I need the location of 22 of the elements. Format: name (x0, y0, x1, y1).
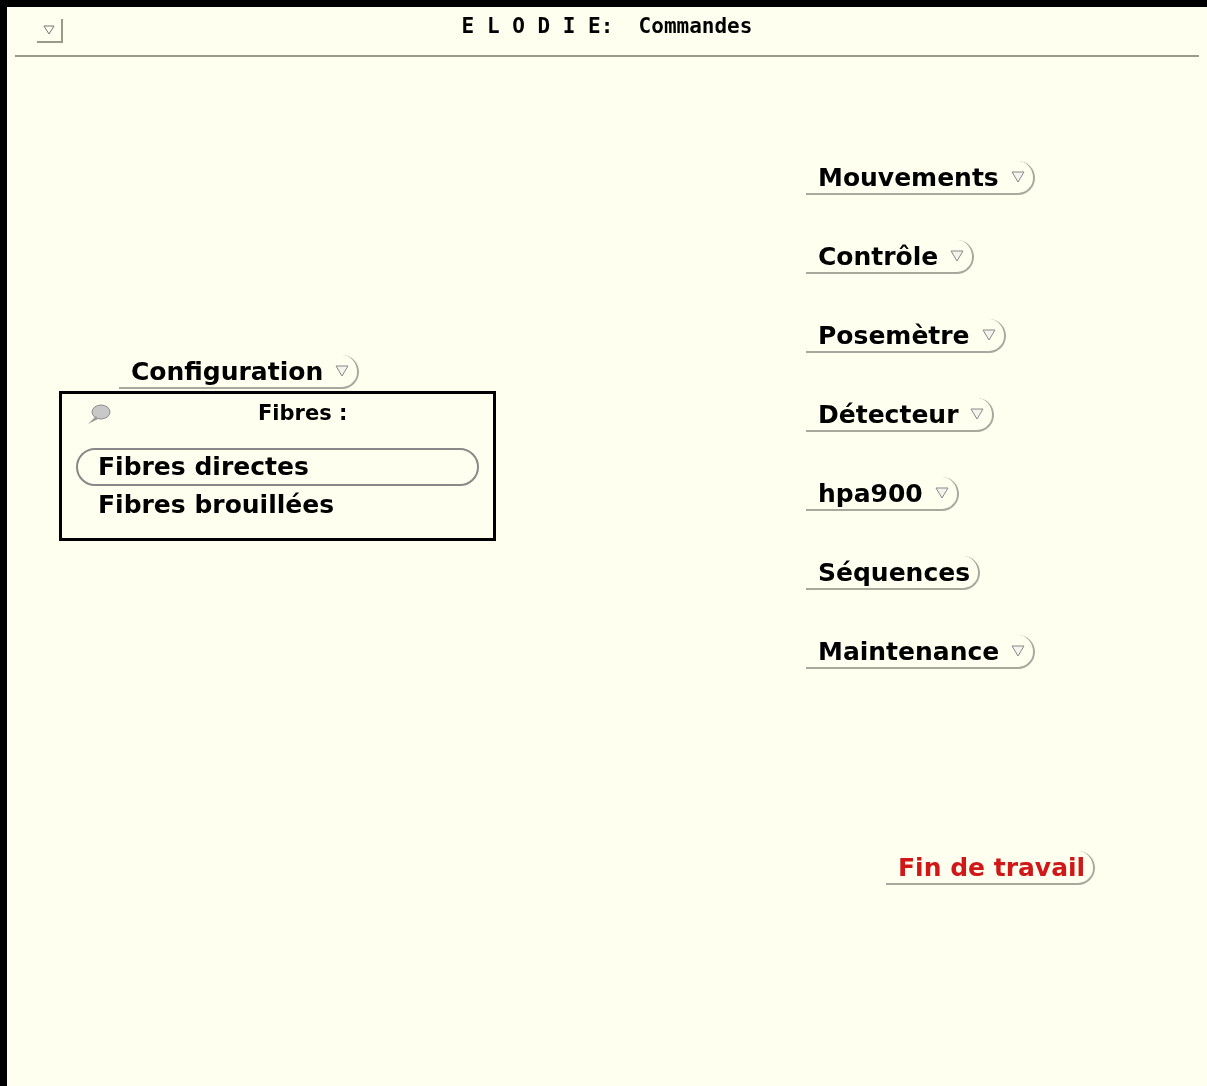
menu-button[interactable]: Posemètre (806, 319, 1006, 353)
menu-button[interactable]: hpa900 (806, 477, 959, 511)
menu-button[interactable]: Mouvements (806, 161, 1035, 195)
menu-triangle-icon (970, 408, 985, 420)
menu-triangle-icon (1010, 171, 1025, 183)
window-menu-button[interactable] (37, 19, 63, 43)
exit-button[interactable]: Fin de travail (886, 851, 1096, 885)
menu-triangle-icon (950, 250, 965, 262)
menu-button[interactable]: Contrôle (806, 240, 975, 274)
menu-triangle-icon (43, 25, 55, 35)
menu-button[interactable]: Maintenance (806, 635, 1036, 669)
menu-triangle-icon (934, 487, 949, 499)
menu-button[interactable]: Détecteur (806, 398, 995, 432)
menu-triangle-icon (1011, 645, 1026, 657)
menu-triangle-icon (981, 329, 996, 341)
menu-button[interactable]: Séquences (806, 556, 981, 590)
fibre-option[interactable]: Fibres directes (76, 448, 479, 486)
fibre-option[interactable]: Fibres brouillées (76, 486, 479, 524)
menu-button[interactable]: Configuration (119, 355, 360, 389)
menu-triangle-icon (335, 365, 350, 377)
window-title: E L O D I E: Commandes (461, 13, 753, 41)
panel-title: Fibres : (258, 400, 348, 428)
